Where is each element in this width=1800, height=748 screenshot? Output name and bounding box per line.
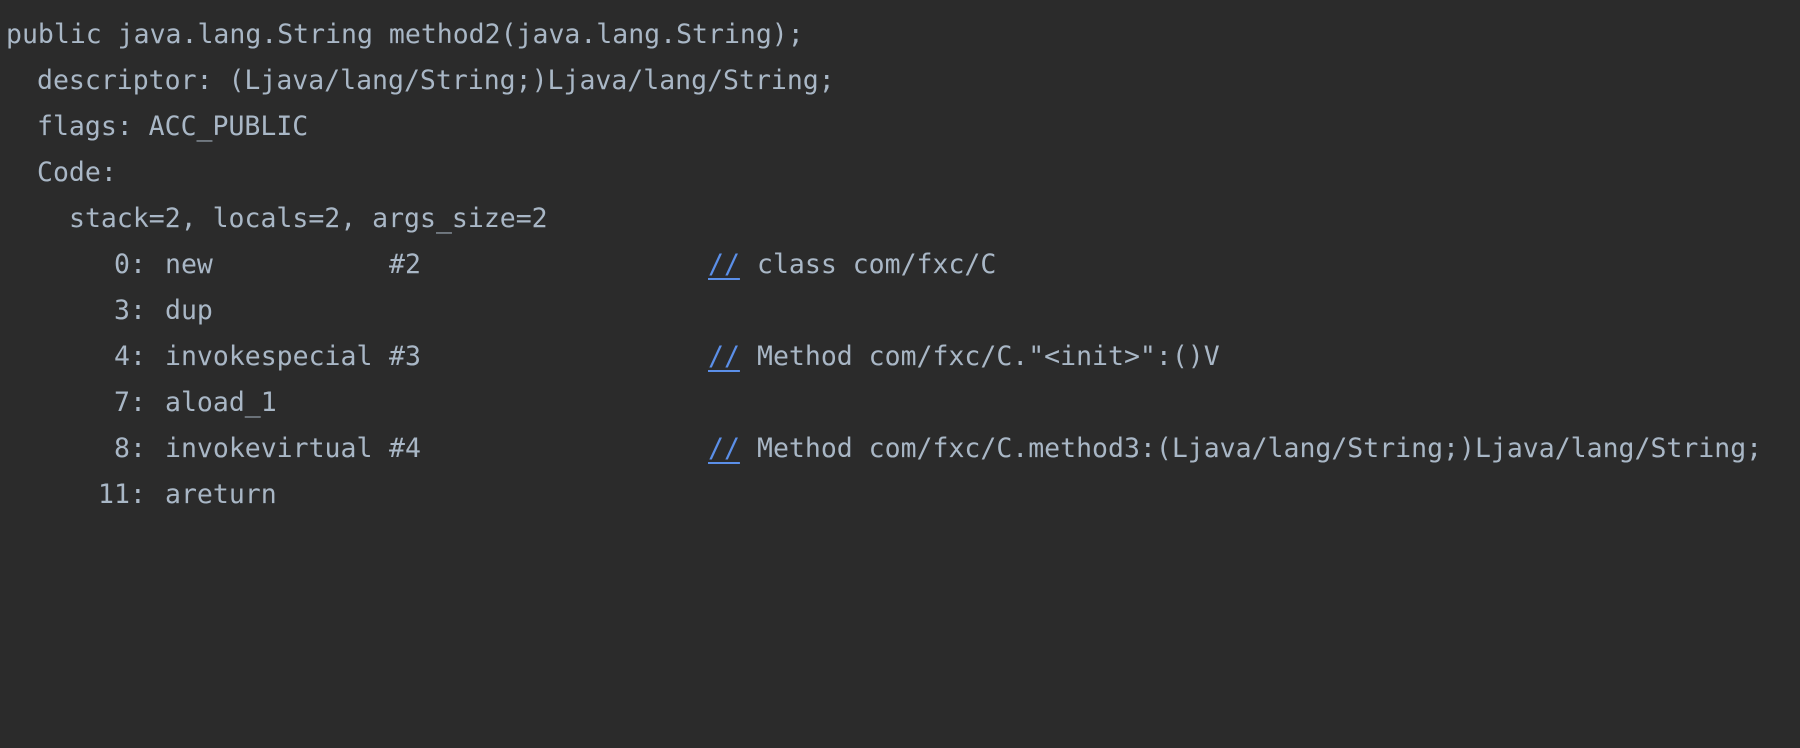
flags: flags: ACC_PUBLIC	[37, 111, 309, 142]
flags-line: flags: ACC_PUBLIC	[0, 104, 1800, 150]
comment-link[interactable]: //	[708, 242, 740, 288]
instruction-line: 0: new #2 // class com/fxc/C	[0, 242, 1800, 288]
instruction-opcode: dup	[165, 295, 213, 326]
instruction-offset: 11:	[98, 479, 146, 510]
code-label: Code:	[37, 157, 117, 188]
instruction-opcode: aload_1	[165, 387, 277, 418]
instruction-line: 11: areturn	[0, 472, 1800, 518]
instruction-offset: 7:	[114, 387, 146, 418]
instruction-opcode: new	[165, 249, 213, 280]
instruction-offset: 3:	[114, 295, 146, 326]
instruction-line: 8: invokevirtual #4 // Method com/fxc/C.…	[0, 426, 1800, 472]
descriptor: descriptor: (Ljava/lang/String;)Ljava/la…	[37, 65, 835, 96]
descriptor-line: descriptor: (Ljava/lang/String;)Ljava/la…	[0, 58, 1800, 104]
instruction-comment: class com/fxc/C	[757, 249, 997, 280]
instruction-operand: #2	[389, 249, 421, 280]
instruction-line: 4: invokespecial #3 // Method com/fxc/C.…	[0, 334, 1800, 380]
instruction-operand: #3	[389, 341, 421, 372]
instruction-comment: Method com/fxc/C."<init>":()V	[757, 341, 1220, 372]
instruction-operand: #4	[389, 433, 421, 464]
bytecode-view: public java.lang.String method2(java.lan…	[0, 0, 1800, 522]
instruction-comment: Method com/fxc/C.method3:(Ljava/lang/Str…	[757, 433, 1763, 464]
stack-info-line: stack=2, locals=2, args_size=2	[0, 196, 1800, 242]
code-label-line: Code:	[0, 150, 1800, 196]
comment-link[interactable]: //	[708, 334, 740, 380]
instruction-opcode: areturn	[165, 479, 277, 510]
stack-info: stack=2, locals=2, args_size=2	[69, 203, 548, 234]
instruction-offset: 0:	[114, 249, 146, 280]
method-signature-line: public java.lang.String method2(java.lan…	[0, 12, 1800, 58]
instruction-offset: 4:	[114, 341, 146, 372]
method-signature: public java.lang.String method2(java.lan…	[6, 19, 804, 50]
instruction-opcode: invokespecial	[165, 341, 373, 372]
instruction-offset: 8:	[114, 433, 146, 464]
instruction-line: 3: dup	[0, 288, 1800, 334]
instruction-opcode: invokevirtual	[165, 433, 373, 464]
comment-link[interactable]: //	[708, 426, 740, 472]
instruction-line: 7: aload_1	[0, 380, 1800, 426]
